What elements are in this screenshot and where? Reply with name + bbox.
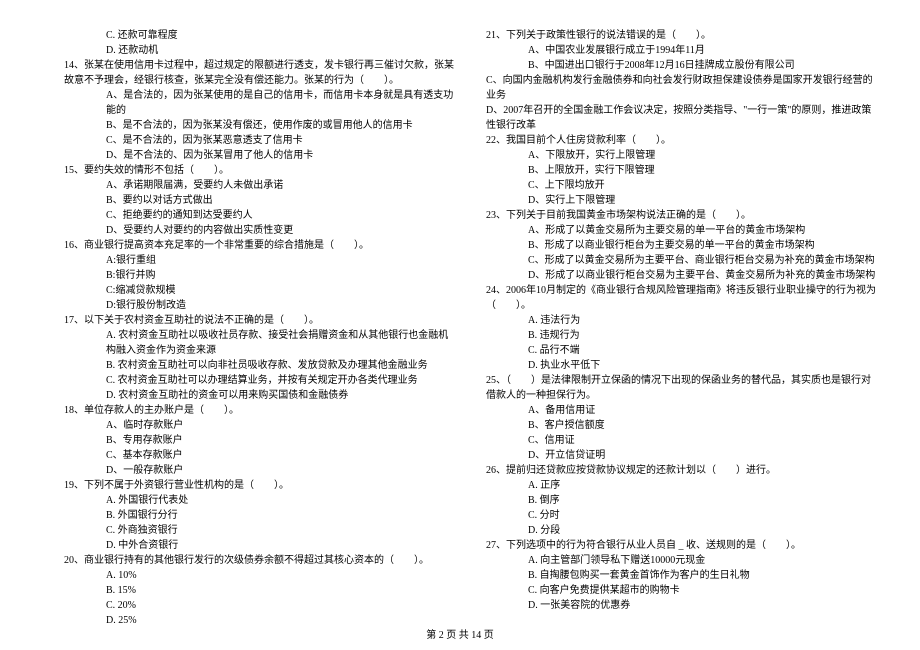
q25-a: A、备用信用证 bbox=[482, 403, 880, 418]
q25-b: B、客户授信额度 bbox=[482, 418, 880, 433]
q16-a: A:银行重组 bbox=[60, 253, 458, 268]
q16-c: C:缩减贷款规模 bbox=[60, 283, 458, 298]
q24-c: C. 品行不端 bbox=[482, 343, 880, 358]
q24: 24、2006年10月制定的《商业银行合规风险管理指南》将违反银行业职业操守的行… bbox=[482, 283, 880, 313]
q27-d: D. 一张美容院的优惠券 bbox=[482, 598, 880, 613]
q23-d: D、形成了以商业银行柜台交易为主要平台、黄金交易所为补充的黄金市场架构 bbox=[482, 268, 880, 283]
q24-d: D. 执业水平低下 bbox=[482, 358, 880, 373]
q-prev-opt-d: D. 还款动机 bbox=[60, 43, 458, 58]
q-prev-opt-c: C. 还款可靠程度 bbox=[60, 28, 458, 43]
q20-c: C. 20% bbox=[60, 598, 458, 613]
q23-a: A、形成了以黄金交易所为主要交易的单一平台的黄金市场架构 bbox=[482, 223, 880, 238]
q22-c: C、上下限均放开 bbox=[482, 178, 880, 193]
q16-b: B:银行并购 bbox=[60, 268, 458, 283]
q27-b: B. 自掏腰包购买一套黄金首饰作为客户的生日礼物 bbox=[482, 568, 880, 583]
q17-c: C. 农村资金互助社可以办理结算业务，并按有关规定开办各类代理业务 bbox=[60, 373, 458, 388]
q22-d: D、实行上下限管理 bbox=[482, 193, 880, 208]
q19-d: D. 中外合资银行 bbox=[60, 538, 458, 553]
q16-d: D:银行股份制改造 bbox=[60, 298, 458, 313]
q22-b: B、上限放开，实行下限管理 bbox=[482, 163, 880, 178]
q14-d: D、是不合法的、因为张某冒用了他人的信用卡 bbox=[60, 148, 458, 163]
q14-a: A、是合法的，因为张某使用的是自己的信用卡，而信用卡本身就是具有透支功能的 bbox=[60, 88, 458, 118]
q22: 22、我国目前个人住房贷款利率（ ）。 bbox=[482, 133, 880, 148]
q27-a: A. 向主管部门领导私下赠送10000元现金 bbox=[482, 553, 880, 568]
q21-b: B、中国进出口银行于2008年12月16日挂牌成立股份有限公司 bbox=[482, 58, 880, 73]
q19: 19、下列不属于外资银行营业性机构的是（ ）。 bbox=[60, 478, 458, 493]
q16: 16、商业银行提高资本充足率的一个非常重要的综合措施是（ ）。 bbox=[60, 238, 458, 253]
q24-a: A. 违法行为 bbox=[482, 313, 880, 328]
q17: 17、以下关于农村资金互助社的说法不正确的是（ ）。 bbox=[60, 313, 458, 328]
q21: 21、下列关于政策性银行的说法错误的是（ ）。 bbox=[482, 28, 880, 43]
q21-d: D、2007年召开的全国金融工作会议决定，按照分类指导、"一行一策"的原则，推进… bbox=[482, 103, 880, 133]
q15-c: C、拒绝要约的通知到达受要约人 bbox=[60, 208, 458, 223]
right-column: 21、下列关于政策性银行的说法错误的是（ ）。 A、中国农业发展银行成立于199… bbox=[476, 28, 880, 620]
q23-b: B、形成了以商业银行柜台为主要交易的单一平台的黄金市场架构 bbox=[482, 238, 880, 253]
q14-c: C、是不合法的，因为张某恶意透支了信用卡 bbox=[60, 133, 458, 148]
q23: 23、下列关于目前我国黄金市场架构说法正确的是（ ）。 bbox=[482, 208, 880, 223]
q15-a: A、承诺期限届满，受要约人未做出承诺 bbox=[60, 178, 458, 193]
exam-page: C. 还款可靠程度 D. 还款动机 14、张某在使用信用卡过程中，超过规定的限额… bbox=[0, 0, 920, 620]
q22-a: A、下限放开，实行上限管理 bbox=[482, 148, 880, 163]
q17-d: D. 农村资金互助社的资金可以用来购买国债和金融债券 bbox=[60, 388, 458, 403]
q18-a: A、临时存款账户 bbox=[60, 418, 458, 433]
q20: 20、商业银行持有的其他银行发行的次级债券余额不得超过其核心资本的（ ）。 bbox=[60, 553, 458, 568]
q18-b: B、专用存款账户 bbox=[60, 433, 458, 448]
q19-a: A. 外国银行代表处 bbox=[60, 493, 458, 508]
q25-c: C、信用证 bbox=[482, 433, 880, 448]
q26-c: C. 分时 bbox=[482, 508, 880, 523]
q20-b: B. 15% bbox=[60, 583, 458, 598]
q21-a: A、中国农业发展银行成立于1994年11月 bbox=[482, 43, 880, 58]
q21-c: C、向国内金融机构发行金融债券和向社会发行财政担保建设债券是国家开发银行经营的业… bbox=[482, 73, 880, 103]
q19-b: B. 外国银行分行 bbox=[60, 508, 458, 523]
q18-d: D、一般存款账户 bbox=[60, 463, 458, 478]
q25: 25、（ ）是法律限制开立保函的情况下出现的保函业务的替代品，其实质也是银行对借… bbox=[482, 373, 880, 403]
q18-c: C、基本存款账户 bbox=[60, 448, 458, 463]
q26-b: B. 倒序 bbox=[482, 493, 880, 508]
q18: 18、单位存款人的主办账户是（ ）。 bbox=[60, 403, 458, 418]
q20-a: A. 10% bbox=[60, 568, 458, 583]
q27-c: C. 向客户免费提供某超市的购物卡 bbox=[482, 583, 880, 598]
q26-a: A. 正序 bbox=[482, 478, 880, 493]
q14-b: B、是不合法的，因为张某没有偿还，使用作废的或冒用他人的信用卡 bbox=[60, 118, 458, 133]
q14: 14、张某在使用信用卡过程中，超过规定的限额进行透支，发卡银行再三催讨欠款，张某… bbox=[60, 58, 458, 88]
q17-a: A. 农村资金互助社以吸收社员存款、接受社会捐赠资金和从其他银行也金融机构融入资… bbox=[60, 328, 458, 358]
q24-b: B. 违规行为 bbox=[482, 328, 880, 343]
q27: 27、下列选项中的行为符合银行从业人员自 _ 收、送规则的是（ ）。 bbox=[482, 538, 880, 553]
q26-d: D. 分段 bbox=[482, 523, 880, 538]
q17-b: B. 农村资金互助社可以向非社员吸收存款、发放贷款及办理其他金融业务 bbox=[60, 358, 458, 373]
q23-c: C、形成了以黄金交易所为主要平台、商业银行柜台交易为补充的黄金市场架构 bbox=[482, 253, 880, 268]
q15: 15、要约失效的情形不包括（ ）。 bbox=[60, 163, 458, 178]
q26: 26、提前归还贷款应按贷款协议规定的还款计划以（ ）进行。 bbox=[482, 463, 880, 478]
q15-d: D、受要约人对要约的内容做出实质性变更 bbox=[60, 223, 458, 238]
q20-d: D. 25% bbox=[60, 613, 458, 628]
left-column: C. 还款可靠程度 D. 还款动机 14、张某在使用信用卡过程中，超过规定的限额… bbox=[60, 28, 476, 620]
q25-d: D、开立信贷证明 bbox=[482, 448, 880, 463]
q19-c: C. 外商独资银行 bbox=[60, 523, 458, 538]
q15-b: B、要约以对话方式做出 bbox=[60, 193, 458, 208]
